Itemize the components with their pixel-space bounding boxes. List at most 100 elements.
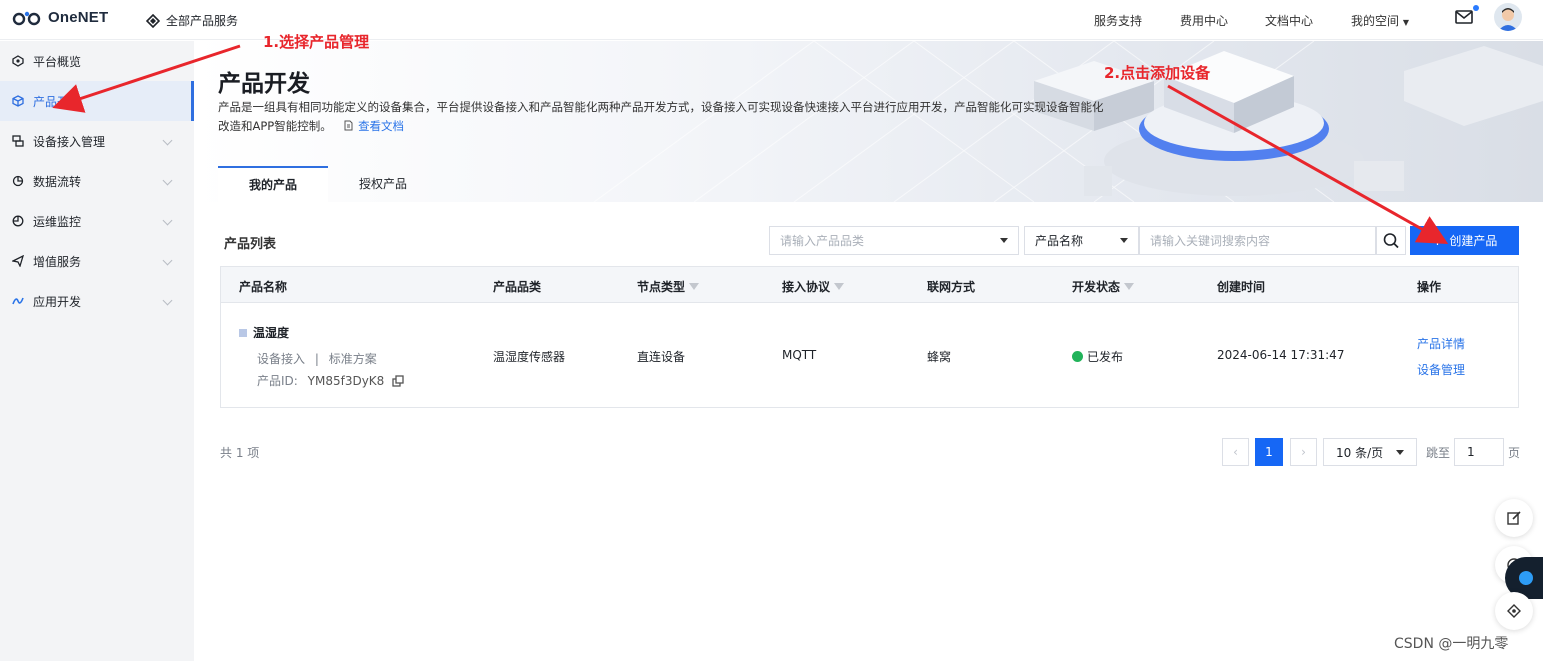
scheme-type: 标准方案 [328, 352, 377, 366]
onenet-logo[interactable]: OneNET [12, 9, 108, 26]
caret-down-icon [1120, 238, 1128, 243]
node-type-cell: 直连设备 [637, 350, 686, 364]
all-products-label: 全部产品服务 [166, 14, 239, 28]
col-header-name: 产品名称 [239, 278, 287, 295]
description-line-1: 产品是一组具有相同功能定义的设备集合，平台提供设备接入和产品智能化两种产品开发方… [218, 100, 1104, 114]
sidebar-item-label: 数据流转 [33, 174, 82, 189]
chevron-down-icon [162, 175, 173, 186]
tab-authorized-products[interactable]: 授权产品 [328, 166, 438, 202]
keyword-search-input[interactable]: 请输入关键词搜索内容 [1139, 226, 1376, 255]
filter-icon[interactable] [689, 283, 700, 290]
page-suffix: 页 [1508, 446, 1521, 460]
category-placeholder: 请输入产品品类 [780, 234, 865, 248]
sidebar-item-data-flow[interactable]: 数据流转 [0, 161, 194, 201]
product-id-value: YM85f3DyK8 [307, 374, 385, 388]
product-tabs: 我的产品 授权产品 [218, 166, 438, 202]
col-header-label: 接入协议 [782, 280, 831, 294]
chevron-down-icon [162, 135, 173, 146]
col-header-label: 联网方式 [927, 280, 976, 294]
overview-icon [12, 55, 24, 67]
nav-billing-center[interactable]: 费用中心 [1180, 12, 1228, 29]
view-docs-link[interactable]: 查看文档 [358, 119, 404, 133]
create-product-button[interactable]: + 创建产品 [1410, 226, 1519, 255]
product-name-cell: 温湿度 [239, 324, 289, 341]
product-detail-link[interactable]: 产品详情 [1417, 335, 1465, 352]
all-products-menu[interactable]: 全部产品服务 [146, 12, 238, 29]
sidebar-item-label: 平台概览 [33, 54, 82, 69]
jump-page-input[interactable]: 1 [1454, 438, 1504, 466]
product-list-title: 产品列表 [224, 237, 277, 252]
notification-dot [1473, 5, 1479, 11]
sidebar-item-ops-monitor[interactable]: 运维监控 [0, 201, 194, 241]
edit-icon [1507, 511, 1521, 525]
feedback-button[interactable] [1495, 499, 1533, 537]
sidebar-item-device-access[interactable]: 设备接入管理 [0, 121, 194, 161]
col-header-label: 节点类型 [637, 280, 686, 294]
product-id-label: 产品ID: [257, 374, 298, 388]
col-header-label: 产品品类 [493, 280, 542, 294]
device-manage-link[interactable]: 设备管理 [1417, 361, 1465, 378]
caret-down-icon [1396, 450, 1404, 455]
col-header-created: 创建时间 [1217, 278, 1265, 295]
chevron-left-icon: ‹ [1233, 445, 1238, 459]
avatar[interactable] [1494, 3, 1522, 31]
category-cell: 温湿度传感器 [493, 350, 566, 364]
total-count: 共 1 项 [220, 446, 260, 460]
meta-separator: | [314, 352, 319, 366]
page-number-current[interactable]: 1 [1255, 438, 1283, 466]
annotation-step-1: 1.选择产品管理 [263, 33, 370, 51]
page-title: 产品开发 [218, 71, 310, 97]
nav-my-space[interactable]: 我的空间 ▼ [1351, 12, 1409, 29]
search-button[interactable] [1376, 226, 1406, 255]
sidebar-item-product-dev[interactable]: 产品开发 [0, 81, 194, 121]
col-header-network: 联网方式 [927, 278, 975, 295]
description-line-2: 改造和APP智能控制。 查看文档 [218, 117, 1148, 136]
sidebar-item-label: 增值服务 [33, 254, 82, 269]
nav-service-support[interactable]: 服务支持 [1094, 12, 1142, 29]
watermark: CSDN @一明九零 [1394, 636, 1509, 652]
check-circle-icon [1072, 351, 1083, 362]
sidebar-item-app-dev[interactable]: 应用开发 [0, 281, 194, 321]
mail-icon[interactable] [1455, 8, 1473, 26]
col-header-label: 操作 [1417, 280, 1442, 294]
cube-icon [12, 95, 24, 107]
network-cell: 蜂窝 [927, 350, 952, 364]
my-space-label: 我的空间 [1351, 14, 1400, 28]
category-select[interactable]: 请输入产品品类 [769, 226, 1019, 255]
prev-page-button[interactable]: ‹ [1222, 438, 1249, 466]
sidebar-item-value-added[interactable]: 增值服务 [0, 241, 194, 281]
chevron-down-icon [162, 215, 173, 226]
page-size-select[interactable]: 10 条/页 [1323, 438, 1417, 466]
service-icon [1507, 604, 1521, 618]
status-cell: 已发布 [1072, 348, 1123, 365]
monitor-icon [12, 215, 24, 227]
next-page-button[interactable]: › [1290, 438, 1317, 466]
data-flow-icon [12, 175, 24, 187]
product-name[interactable]: 温湿度 [253, 326, 289, 340]
nav-docs-center[interactable]: 文档中心 [1265, 12, 1313, 29]
col-header-label: 创建时间 [1217, 280, 1266, 294]
col-header-label: 开发状态 [1072, 280, 1121, 294]
copy-icon[interactable] [392, 375, 404, 387]
create-product-label: 创建产品 [1449, 234, 1498, 248]
logo-text: OneNET [48, 9, 109, 26]
jump-label: 跳至 [1426, 446, 1451, 460]
page-description: 产品是一组具有相同功能定义的设备集合，平台提供设备接入和产品智能化两种产品开发方… [218, 98, 1148, 136]
app-dev-icon [12, 297, 24, 305]
tab-my-products[interactable]: 我的产品 [218, 166, 328, 202]
keyword-placeholder: 请输入关键词搜索内容 [1150, 234, 1271, 248]
sidebar-item-label: 应用开发 [33, 294, 82, 309]
sidebar-item-label: 产品开发 [33, 94, 82, 109]
product-id: 产品ID: YM85f3DyK8 [257, 372, 404, 389]
filter-icon[interactable] [1124, 283, 1135, 290]
customer-service-button[interactable] [1495, 592, 1533, 630]
plus-icon: + [1431, 232, 1444, 249]
chevron-down-icon: ▼ [1402, 18, 1409, 27]
sidebar-item-overview[interactable]: 平台概览 [0, 41, 194, 81]
filter-icon[interactable] [834, 283, 845, 290]
caret-down-icon [1000, 238, 1008, 243]
col-header-node-type: 节点类型 [637, 278, 700, 295]
search-field-select[interactable]: 产品名称 [1024, 226, 1139, 255]
search-icon [1383, 233, 1399, 249]
chevron-down-icon [162, 255, 173, 266]
